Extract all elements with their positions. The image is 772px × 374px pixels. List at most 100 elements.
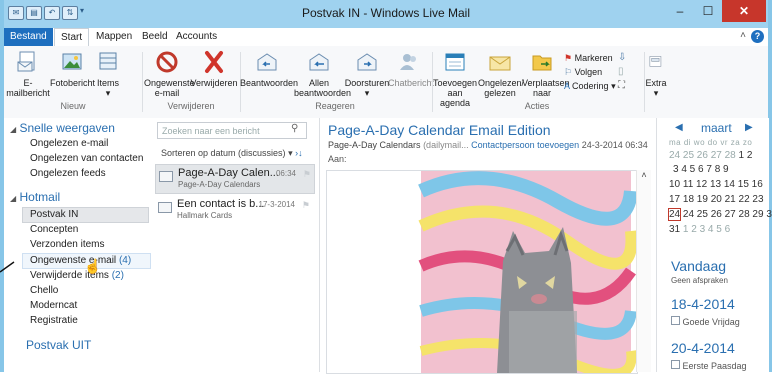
add-to-calendar-button[interactable]: Toevoegen aan agenda [432,50,478,108]
search-icon[interactable]: ⚲ [291,123,298,134]
items-dropdown-icon: ▾ [105,88,111,98]
list-item[interactable]: Een contact is b... Hallmark Cards 17-3-… [155,196,313,224]
message-subject: Page-A-Day Calendar Email Edition [328,122,551,138]
follow-button[interactable]: ⚐ Volgen [564,66,602,78]
read-unread-button[interactable]: Ongelezen/ gelezen [478,50,524,98]
calendar-week[interactable]: 24 24 25 26 27 28 29 30 [667,208,772,221]
message-title: Page-A-Day Calen... [178,167,279,179]
junk-block-icon [156,51,178,73]
photo-email-icon [62,53,82,70]
junk-button[interactable]: Ongewenste e-mail [144,50,195,98]
folder-moderncat[interactable]: Moderncat [30,300,77,311]
search-input[interactable]: Zoeken naar een bericht [157,122,307,139]
message-list: Zoeken naar een bericht ⚲ Sorteren op da… [151,118,320,372]
group-acties-label: Acties [524,101,550,111]
calendar-week: 31 1 2 3 4 5 6 [669,224,731,235]
nav-item-unread-feeds[interactable]: Ongelezen feeds [30,168,106,179]
sort-dropdown[interactable]: Sorteren op datum (discussies) ▾ ›↓ [161,148,303,159]
collapse-ribbon-icon[interactable]: ˄ [740,30,746,41]
event-item[interactable]: Goede Vrijdag [671,316,740,327]
account-header[interactable]: ◢ Hotmail [10,190,60,204]
checkbox-icon[interactable] [671,360,680,369]
calendar-week[interactable]: 17 18 19 20 21 22 23 [669,194,764,205]
tab-beeld[interactable]: Beeld [136,28,174,46]
reading-pane: Page-A-Day Calendar Email Edition Page-A… [320,118,656,374]
sort-order-icon: ›↓ [295,148,303,158]
title-bar: ✉ ▤ ↶ ⇅ ▾ Postvak IN - Windows Live Mail… [4,0,768,28]
maximize-button[interactable]: ☐ [694,0,722,22]
tab-start[interactable]: Start [54,28,90,48]
reading-scrollbar[interactable]: ˄ [636,170,651,372]
minimize-button[interactable]: – [666,0,694,22]
items-button[interactable]: Items ▾ [94,50,122,98]
sender-name[interactable]: Page-A-Day Calendars [328,140,421,150]
reply-all-button[interactable]: Allen beantwoorden [294,50,351,98]
items-icon [99,52,117,70]
encoding-dropdown-icon: ▾ [611,81,616,91]
prev-month-icon[interactable]: ◀ [675,122,683,133]
mail-window: ✉ ▤ ↶ ⇅ ▾ Postvak IN - Windows Live Mail… [0,0,772,374]
calendar-week: 24 25 26 27 28 1 2 [669,150,753,161]
folder-drafts[interactable]: Concepten [30,224,78,235]
weekday-header: ma di wo do vr za zo [669,138,753,147]
chat-people-icon [400,54,416,70]
download-icon[interactable]: ⇩ [618,52,626,63]
reply-all-icon [309,53,329,71]
calendar-week[interactable]: 3 4 5 6 7 8 9 [673,164,729,175]
today-heading: Vandaag [671,258,727,274]
photo-email-button[interactable]: Fotobericht [50,50,95,88]
tab-accounts[interactable]: Accounts [170,28,223,46]
forward-dropdown-icon: ▾ [364,88,370,98]
envelope-yellow-icon [489,56,511,71]
tab-mappen[interactable]: Mappen [90,28,138,46]
reply-button[interactable]: Beantwoorden [240,50,298,88]
move-to-button[interactable]: Verplaatsen naar [522,50,570,98]
encoding-button[interactable]: A Codering ▾ [564,80,616,92]
junk-count: (4) [118,255,132,266]
list-item[interactable]: Page-A-Day Calen... Page-A-Day Calendars… [155,164,315,194]
tab-bestand[interactable]: Bestand [4,28,53,46]
new-email-icon [17,51,35,72]
chat-button[interactable]: Chatbericht [388,50,434,88]
message-body [326,170,638,374]
today-date[interactable]: 24 [667,208,682,221]
add-contact-link[interactable]: Contactpersoon toevoegen [471,140,579,150]
flag-button[interactable]: ⚑ Markeren [564,52,613,64]
folder-move-icon [532,55,552,71]
folder-registratie[interactable]: Registratie [30,315,78,326]
mouse-cursor-icon: ☝ [84,258,102,274]
forward-button[interactable]: Doorsturen ▾ [344,50,390,98]
folder-inbox[interactable]: Postvak IN [22,207,149,223]
next-month-icon[interactable]: ▶ [745,122,753,133]
ribbon-tabs: Bestand Start Mappen Beeld Accounts ˄ ? [4,28,768,48]
ribbon: E-mailbericht Fotobericht Items ▾ Nieuw … [4,46,768,119]
to-label: Aan: [328,154,347,164]
outbox-header[interactable]: Postvak UIT [26,338,91,352]
collapse-triangle-icon: ◢ [10,194,17,203]
folder-pane: ◢ Snelle weergaven Ongelezen e-mail Onge… [4,118,152,372]
quick-views-header[interactable]: ◢ Snelle weergaven [10,121,115,135]
help-icon[interactable]: ? [751,30,764,43]
nav-item-unread-email[interactable]: Ongelezen e-mail [30,138,108,149]
extra-button[interactable]: Extra ▾ [644,50,668,98]
group-verwijderen-label: Verwijderen [167,101,215,111]
reply-icon [257,53,277,71]
nav-item-unread-contacts[interactable]: Ongelezen van contacten [30,153,143,164]
delete-x-icon [205,51,223,73]
delete-button[interactable]: Verwijderen [190,50,238,88]
flag-icon[interactable]: ⚑ [302,200,310,211]
calendar-week[interactable]: 10 11 12 13 14 15 16 [669,179,763,190]
close-button[interactable]: ✕ [722,0,766,22]
month-label: maart [701,121,732,135]
new-email-button[interactable]: E-mailbericht [6,50,50,98]
flag-icon[interactable]: ⚑ [303,169,311,180]
checkbox-icon[interactable] [671,316,680,325]
scroll-up-icon[interactable]: ˄ [637,170,651,180]
page-icon[interactable]: ▯ [618,66,624,77]
event-item[interactable]: Eerste Paasdag [671,360,747,371]
message-sender: Hallmark Cards [177,211,233,220]
sort-dropdown-icon: ▾ [288,148,293,158]
binoculars-icon[interactable]: ⛶ [618,80,625,91]
message-date: 17-3-2014 [258,200,295,209]
ribbon-separator [142,52,143,112]
